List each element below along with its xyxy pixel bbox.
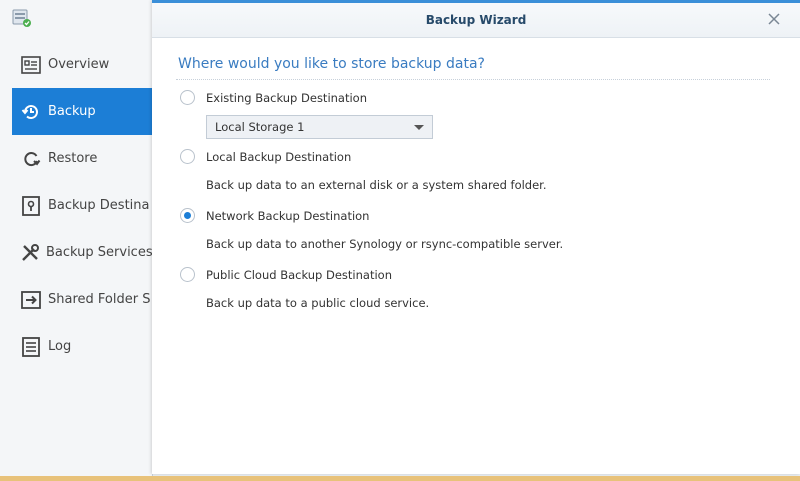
option-cloud-destination[interactable]: Public Cloud Backup Destination	[180, 267, 392, 282]
sidebar-item-backup-destination[interactable]: Backup Destina	[0, 182, 152, 229]
option-label: Network Backup Destination	[206, 208, 370, 223]
shared-folder-sync-icon	[20, 289, 42, 311]
overview-icon	[20, 54, 42, 76]
option-description: Back up data to another Synology or rsyn…	[206, 237, 564, 251]
sidebar-item-backup[interactable]: Backup	[12, 88, 152, 135]
wizard-heading: Where would you like to store backup dat…	[178, 56, 485, 72]
sidebar-item-label: Overview	[48, 57, 110, 72]
sidebar-nav: Overview Backup Restore Backup Destina B…	[0, 41, 152, 370]
sidebar-item-label: Log	[48, 339, 72, 354]
backup-clock-icon	[20, 101, 42, 123]
sidebar-item-label: Backup Destina	[48, 198, 150, 213]
backup-wizard-dialog: Backup Wizard Where would you like to st…	[152, 0, 800, 474]
existing-destination-select[interactable]: Local Storage 1	[206, 115, 433, 139]
option-network-destination[interactable]: Network Backup Destination	[180, 208, 369, 223]
log-list-icon	[20, 336, 42, 358]
sidebar-item-label: Backup Services	[46, 245, 153, 260]
sidebar-item-log[interactable]: Log	[0, 323, 152, 370]
option-label: Existing Backup Destination	[206, 90, 368, 105]
close-icon[interactable]	[766, 11, 782, 27]
tools-icon	[20, 242, 40, 264]
option-label: Local Backup Destination	[206, 149, 352, 164]
vault-icon	[20, 195, 42, 217]
dialog-titlebar: Backup Wizard	[152, 3, 800, 38]
sidebar-item-label: Backup	[48, 104, 96, 119]
option-description: Back up data to a public cloud service.	[206, 296, 430, 310]
radio-cloud-destination[interactable]	[180, 267, 195, 282]
select-value: Local Storage 1	[215, 120, 305, 134]
dialog-title: Backup Wizard	[425, 13, 527, 27]
sidebar-item-backup-services[interactable]: Backup Services	[0, 229, 152, 276]
sidebar-item-overview[interactable]: Overview	[0, 41, 152, 88]
radio-network-destination[interactable]	[180, 208, 195, 223]
option-existing-destination[interactable]: Existing Backup Destination	[180, 90, 367, 105]
backup-app-icon	[12, 8, 32, 28]
option-local-destination[interactable]: Local Backup Destination	[180, 149, 351, 164]
radio-local-destination[interactable]	[180, 149, 195, 164]
sidebar-item-label: Shared Folder S	[48, 292, 151, 307]
sidebar-item-restore[interactable]: Restore	[0, 135, 152, 182]
sidebar-item-label: Restore	[48, 151, 98, 166]
taskbar-strip	[0, 476, 800, 481]
heading-divider	[176, 79, 770, 80]
option-description: Back up data to an external disk or a sy…	[206, 178, 547, 192]
restore-icon	[20, 148, 42, 170]
chevron-down-icon	[414, 125, 424, 130]
sidebar: Overview Backup Restore Backup Destina B…	[0, 0, 153, 476]
sidebar-item-shared-folder-sync[interactable]: Shared Folder S	[0, 276, 152, 323]
option-label: Public Cloud Backup Destination	[206, 267, 392, 282]
radio-existing-destination[interactable]	[180, 90, 195, 105]
